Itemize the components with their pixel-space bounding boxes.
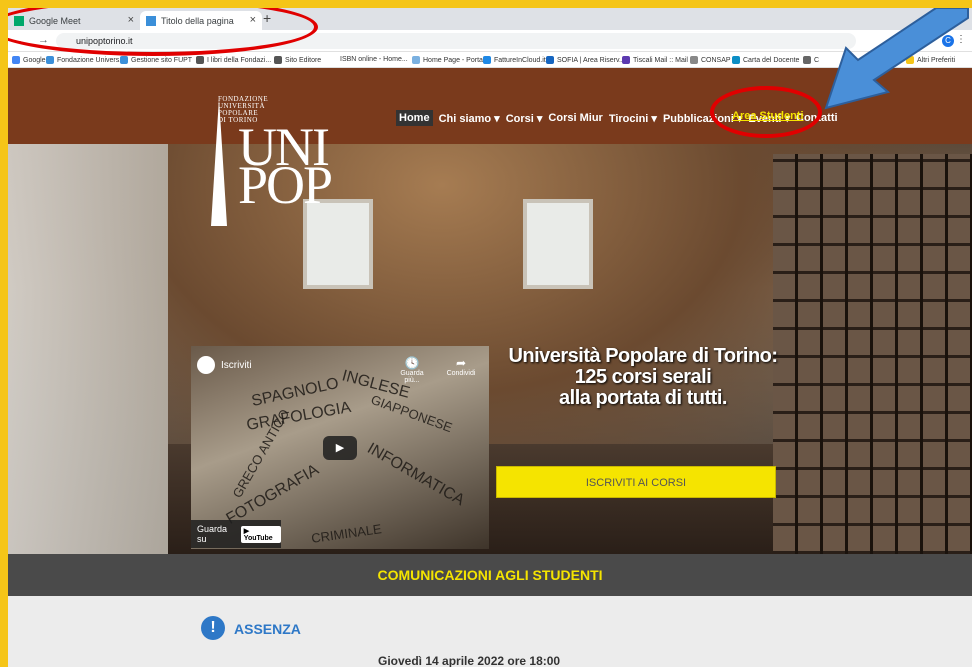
nav-chi-siamo[interactable]: Chi siamo ▾	[439, 112, 500, 125]
nav-home[interactable]: Home	[396, 110, 433, 126]
hero-headline: Università Popolare di Torino: 125 corsi…	[508, 345, 778, 409]
browser-window: Google Meet × Titolo della pagina × + — …	[8, 8, 972, 667]
bookmark-item[interactable]: Tiscali Mail :: Mail	[622, 56, 688, 64]
watch-later-button[interactable]: 🕓 Guarda più...	[394, 356, 430, 384]
iscriviti-corsi-button[interactable]: ISCRIVITI AI CORSI	[496, 466, 776, 498]
assenza-section: ! ASSENZA Giovedì 14 aprile 2022 ore 18:…	[8, 596, 972, 667]
hero-banner	[8, 144, 972, 554]
assenza-text: Giovedì 14 aprile 2022 ore 18:00	[378, 654, 561, 667]
hero-shelves	[773, 154, 972, 554]
nav-corsi[interactable]: Corsi ▾	[506, 112, 543, 125]
web-page: FONDAZIONE UNIVERSITÀ POPOLARE DI TORINO…	[8, 68, 972, 667]
youtube-video-embed[interactable]: SPAGNOLO INGLESE GRAFOLOGIA GIAPPONESE G…	[191, 346, 489, 549]
annotation-arrow	[824, 8, 969, 110]
watch-on-youtube-button[interactable]: Guarda su ▶ YouTube	[191, 520, 281, 548]
alert-icon: !	[201, 616, 225, 640]
bookmark-item[interactable]: Sito Editore	[274, 56, 321, 64]
bookmark-item[interactable]: Home Page - Portal...	[412, 56, 490, 64]
clock-icon: 🕓	[404, 356, 420, 370]
assenza-title: ASSENZA	[234, 621, 301, 637]
bookmark-item[interactable]: SOFIA | Area Riserv...	[546, 56, 625, 64]
youtube-logo-icon: ▶ YouTube	[240, 525, 281, 543]
bookmark-item[interactable]: Carta del Docente	[732, 56, 799, 64]
annotation-circle-area-studenti	[710, 86, 822, 138]
nav-tirocini[interactable]: Tirocini ▾	[609, 112, 657, 125]
bookmark-item[interactable]: I libri della Fondazi...	[196, 56, 271, 64]
nav-corsi-miur[interactable]: Corsi Miur	[548, 112, 602, 124]
bookmark-item[interactable]: C	[803, 56, 819, 64]
share-button[interactable]: ➦ Condividi	[443, 356, 479, 377]
bookmark-item[interactable]: ISBN online - Home...	[340, 56, 408, 63]
bookmark-item[interactable]: Fondazione Univers...	[46, 56, 125, 64]
channel-avatar[interactable]	[197, 356, 215, 374]
video-channel-title[interactable]: Iscriviti	[221, 360, 252, 371]
share-icon: ➦	[455, 356, 467, 370]
bookmark-item[interactable]: FattureInCloud.it	[483, 56, 546, 64]
bookmark-item[interactable]: Google	[12, 56, 46, 64]
hero-window	[523, 199, 593, 289]
bookmark-item[interactable]: Gestione sito FUPT	[120, 56, 192, 64]
communications-heading: COMUNICAZIONI AGLI STUDENTI	[8, 554, 972, 596]
hero-background-wall	[8, 144, 168, 554]
play-button[interactable]: ▶	[323, 436, 357, 460]
bookmark-item[interactable]: CONSAP	[690, 56, 731, 64]
